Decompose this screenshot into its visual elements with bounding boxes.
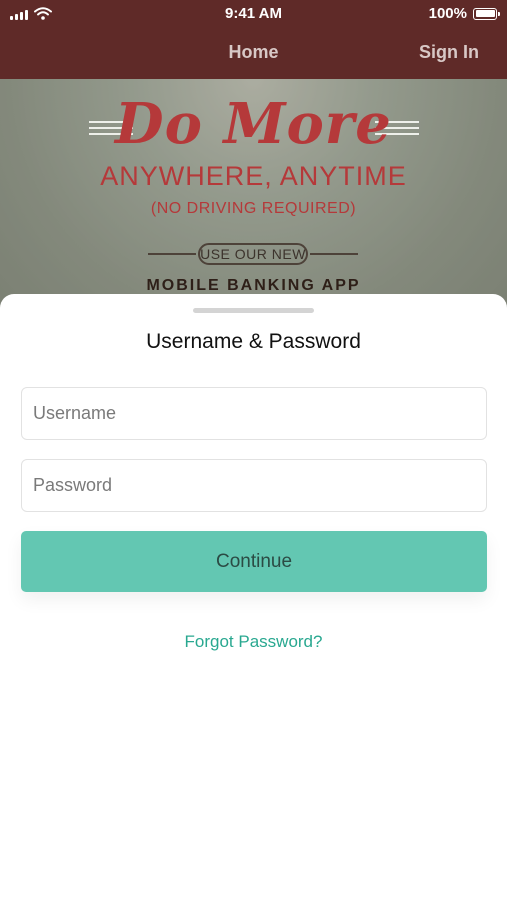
battery-percent: 100% xyxy=(428,5,467,22)
battery-status: 100% xyxy=(428,5,500,22)
continue-button[interactable]: Continue xyxy=(21,531,487,592)
banner-app-text: MOBILE BANKING APP xyxy=(146,277,361,294)
promo-banner: Do More ANYWHERE, ANYTIME (NO DRIVING RE… xyxy=(0,79,507,319)
banner-use-row: USE OUR NEW xyxy=(148,243,358,265)
login-sheet: Username & Password Continue Forgot Pass… xyxy=(0,294,507,900)
username-input[interactable] xyxy=(21,387,487,440)
battery-icon xyxy=(473,7,500,20)
banner-headline: Do More xyxy=(115,91,392,157)
banner-tagline: (NO DRIVING REQUIRED) xyxy=(150,200,357,217)
forgot-password-link[interactable]: Forgot Password? xyxy=(0,632,507,652)
sheet-handle[interactable] xyxy=(193,308,314,313)
navigation-bar: Home Sign In xyxy=(0,28,507,79)
banner-line-left xyxy=(148,253,196,255)
password-input[interactable] xyxy=(21,459,487,512)
banner-badge: USE OUR NEW xyxy=(198,243,308,265)
banner-subheadline: ANYWHERE, ANYTIME xyxy=(100,161,407,191)
status-bar: 9:41 AM 100% xyxy=(0,0,507,28)
sign-in-button[interactable]: Sign In xyxy=(419,42,479,63)
sheet-title: Username & Password xyxy=(146,330,361,353)
banner-line-right xyxy=(310,253,358,255)
